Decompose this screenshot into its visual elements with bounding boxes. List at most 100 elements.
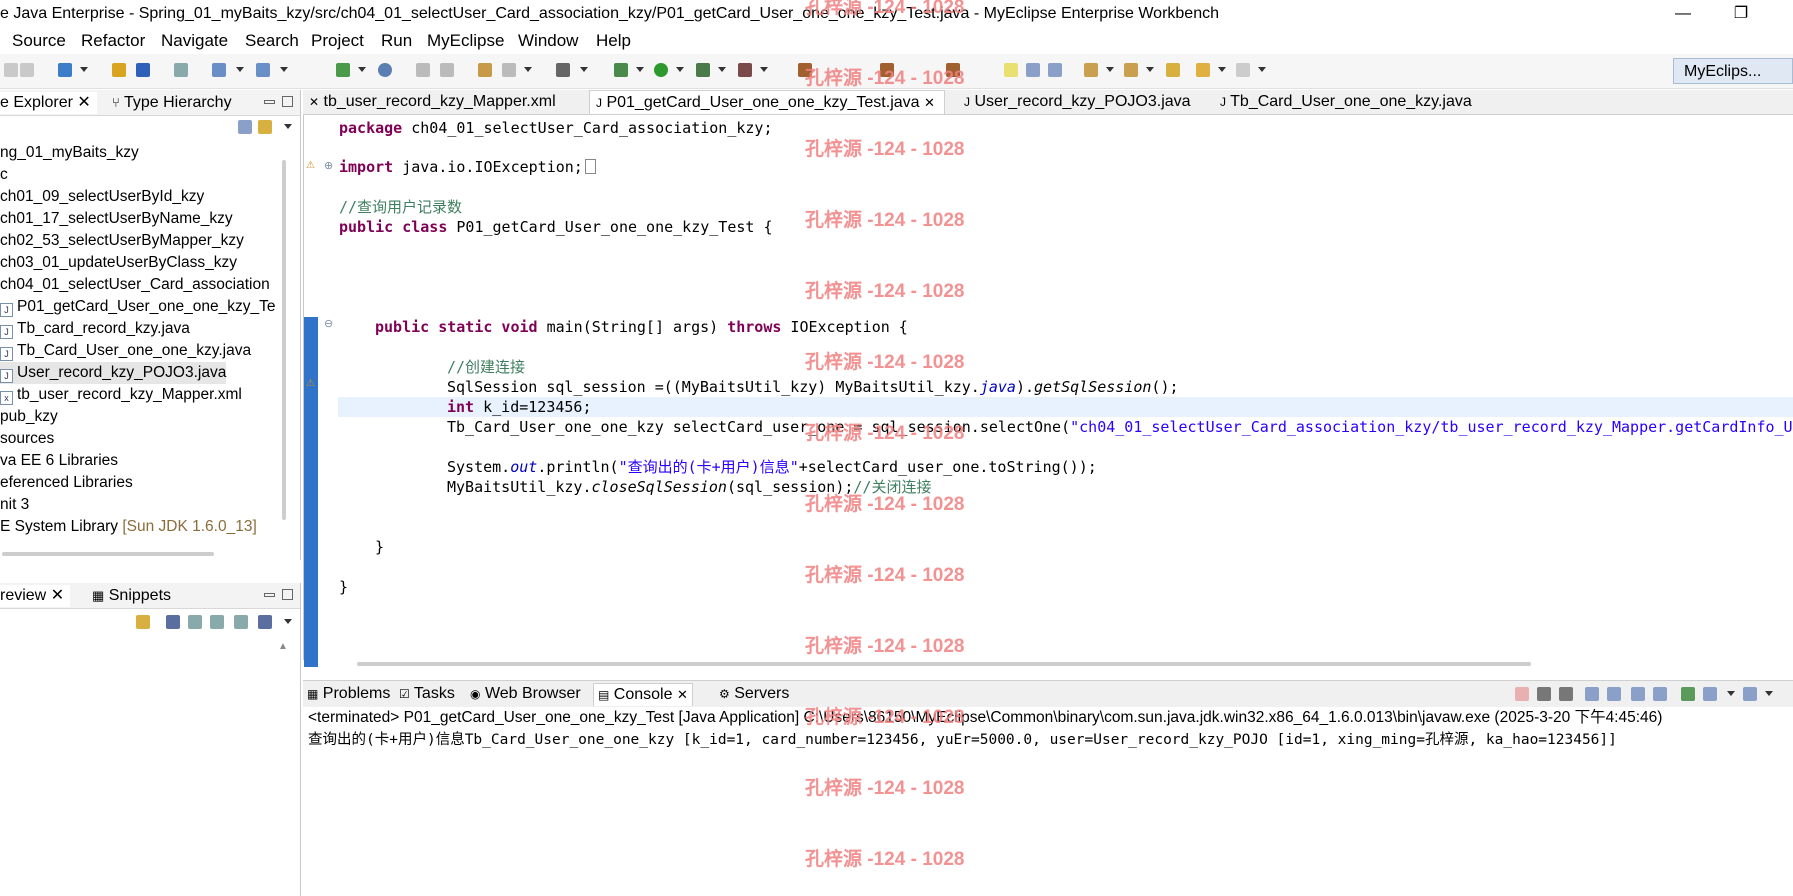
- scroll-lock-icon[interactable]: [1607, 687, 1621, 701]
- tree-item[interactable]: x tb_user_record_kzy_Mapper.xml: [0, 384, 242, 406]
- chevron-down-icon[interactable]: [1765, 691, 1773, 696]
- chevron-down-icon[interactable]: [1258, 67, 1266, 72]
- editor-tab-test-java[interactable]: J P01_getCard_User_one_one_kzy_Test.java…: [589, 90, 945, 114]
- tree-item[interactable]: E System Library [Sun JDK 1.6.0_13]: [0, 516, 257, 538]
- tree-item[interactable]: pub_kzy: [0, 406, 58, 428]
- scroll-up-icon[interactable]: ▲: [278, 641, 288, 652]
- back-icon[interactable]: [1196, 63, 1210, 77]
- chevron-down-icon[interactable]: [718, 67, 726, 72]
- tree-item[interactable]: c: [0, 164, 8, 186]
- deploy-icon[interactable]: [136, 63, 150, 77]
- highlight-icon[interactable]: [1004, 63, 1018, 77]
- debug-icon[interactable]: [614, 63, 628, 77]
- fold-icon[interactable]: ⊕: [324, 159, 333, 172]
- tree-item[interactable]: va EE 6 Libraries: [0, 450, 118, 472]
- close-icon[interactable]: ✕: [51, 587, 64, 604]
- vertical-scrollbar[interactable]: [282, 160, 286, 520]
- tree-item[interactable]: eferenced Libraries: [0, 472, 133, 494]
- collapse-all-icon[interactable]: [238, 120, 252, 134]
- fold-icon[interactable]: ⊖: [324, 317, 333, 330]
- minimize-view-icon[interactable]: [264, 100, 275, 104]
- tree-item[interactable]: ch01_17_selectUserByName_kzy: [0, 208, 233, 230]
- show-whitespace-icon[interactable]: [1026, 63, 1040, 77]
- tree-item[interactable]: J Tb_Card_User_one_one_kzy.java: [0, 340, 251, 362]
- build-icon[interactable]: [478, 63, 492, 77]
- print-icon[interactable]: [20, 63, 34, 77]
- folded-block-icon[interactable]: [584, 159, 596, 174]
- pilcrow-icon[interactable]: [1048, 63, 1062, 77]
- server-icon[interactable]: [174, 63, 188, 77]
- prev-annotation-icon[interactable]: [1124, 63, 1138, 77]
- chevron-down-icon[interactable]: [358, 67, 366, 72]
- tree-item[interactable]: J Tb_card_record_kzy.java: [0, 318, 190, 340]
- zoom-fit-icon[interactable]: [166, 615, 180, 629]
- tree-item[interactable]: J P01_getCard_User_one_one_kzy_Te: [0, 296, 276, 318]
- minimize-button[interactable]: —: [1660, 2, 1706, 26]
- chevron-down-icon[interactable]: [1727, 691, 1735, 696]
- tree-item[interactable]: sources: [0, 428, 54, 450]
- restore-button[interactable]: ❐: [1718, 2, 1764, 26]
- chevron-down-icon[interactable]: [1106, 67, 1114, 72]
- fit-window-icon[interactable]: [258, 615, 272, 629]
- pin-console-icon[interactable]: [1681, 687, 1695, 701]
- chevron-down-icon[interactable]: [284, 124, 292, 129]
- close-icon[interactable]: ✕: [677, 687, 688, 702]
- show-on-stderr-icon[interactable]: [1653, 687, 1667, 701]
- menu-source[interactable]: Source: [12, 31, 66, 51]
- remove-all-icon[interactable]: [1559, 687, 1573, 701]
- nav2-icon[interactable]: [440, 63, 454, 77]
- chevron-down-icon[interactable]: [760, 67, 768, 72]
- tab-package-explorer[interactable]: e Explorer ✕: [0, 92, 97, 114]
- chevron-down-icon[interactable]: [1146, 67, 1154, 72]
- remove-launch-icon[interactable]: [1537, 687, 1551, 701]
- horizontal-scrollbar[interactable]: [2, 552, 214, 556]
- tree-item[interactable]: nit 3: [0, 494, 29, 516]
- chevron-down-icon[interactable]: [284, 619, 292, 624]
- tree-item[interactable]: ch04_01_selectUser_Card_association: [0, 274, 270, 296]
- external-tools-icon[interactable]: [738, 63, 752, 77]
- tree-item[interactable]: ch01_09_selectUserById_kzy: [0, 186, 204, 208]
- tab-problems[interactable]: ▦ Problems: [307, 683, 390, 705]
- chevron-down-icon[interactable]: [676, 67, 684, 72]
- maximize-view-icon[interactable]: [282, 589, 293, 600]
- tab-console[interactable]: ▤ Console ✕: [593, 683, 693, 706]
- tab-servers[interactable]: ⚙ Servers: [719, 683, 789, 705]
- close-icon[interactable]: ✕: [924, 95, 935, 110]
- menu-project[interactable]: Project: [311, 31, 364, 51]
- chevron-down-icon[interactable]: [80, 67, 88, 72]
- link-icon[interactable]: [136, 615, 150, 629]
- minimize-view-icon[interactable]: [264, 593, 275, 597]
- run-icon[interactable]: [654, 63, 668, 77]
- tree-item[interactable]: ch02_53_selectUserByMapper_kzy: [0, 230, 244, 252]
- tree-item-selected[interactable]: J User_record_kzy_POJO3.java: [0, 362, 226, 384]
- menu-window[interactable]: Window: [518, 31, 578, 51]
- save-icon[interactable]: [4, 63, 18, 77]
- chevron-down-icon[interactable]: [524, 67, 532, 72]
- clear-console-icon[interactable]: [1585, 687, 1599, 701]
- globe-icon[interactable]: [378, 63, 392, 77]
- maximize-view-icon[interactable]: [282, 96, 293, 107]
- tab-type-hierarchy[interactable]: ⑂ Type Hierarchy: [112, 92, 232, 114]
- nav-icon[interactable]: [416, 63, 430, 77]
- tree-item[interactable]: ng_01_myBaits_kzy: [0, 142, 139, 164]
- open-type-icon[interactable]: [336, 63, 350, 77]
- new-icon[interactable]: [58, 63, 72, 77]
- tab-tasks[interactable]: ☑ Tasks: [399, 683, 455, 705]
- next-annotation-icon[interactable]: [1084, 63, 1098, 77]
- editor-tab-pojo3-java[interactable]: J User_record_kzy_POJO3.java: [958, 90, 1210, 114]
- chevron-down-icon[interactable]: [236, 67, 244, 72]
- horizontal-scrollbar[interactable]: [357, 662, 1531, 666]
- chevron-down-icon[interactable]: [280, 67, 288, 72]
- show-on-stdout-icon[interactable]: [1631, 687, 1645, 701]
- package-icon[interactable]: [112, 63, 126, 77]
- zoom-out-icon[interactable]: [188, 615, 202, 629]
- tab-preview[interactable]: review ✕: [0, 585, 71, 607]
- monitor-icon[interactable]: [556, 63, 570, 77]
- open-console-icon[interactable]: [1743, 687, 1757, 701]
- build2-icon[interactable]: [502, 63, 516, 77]
- editor-tab-card-user-java[interactable]: J Tb_Card_User_one_one_kzy.java: [1214, 90, 1504, 114]
- menu-search[interactable]: Search: [245, 31, 299, 51]
- display-console-icon[interactable]: [1703, 687, 1717, 701]
- wizard2-icon[interactable]: [256, 63, 270, 77]
- menu-myeclipse[interactable]: MyEclipse: [427, 31, 504, 51]
